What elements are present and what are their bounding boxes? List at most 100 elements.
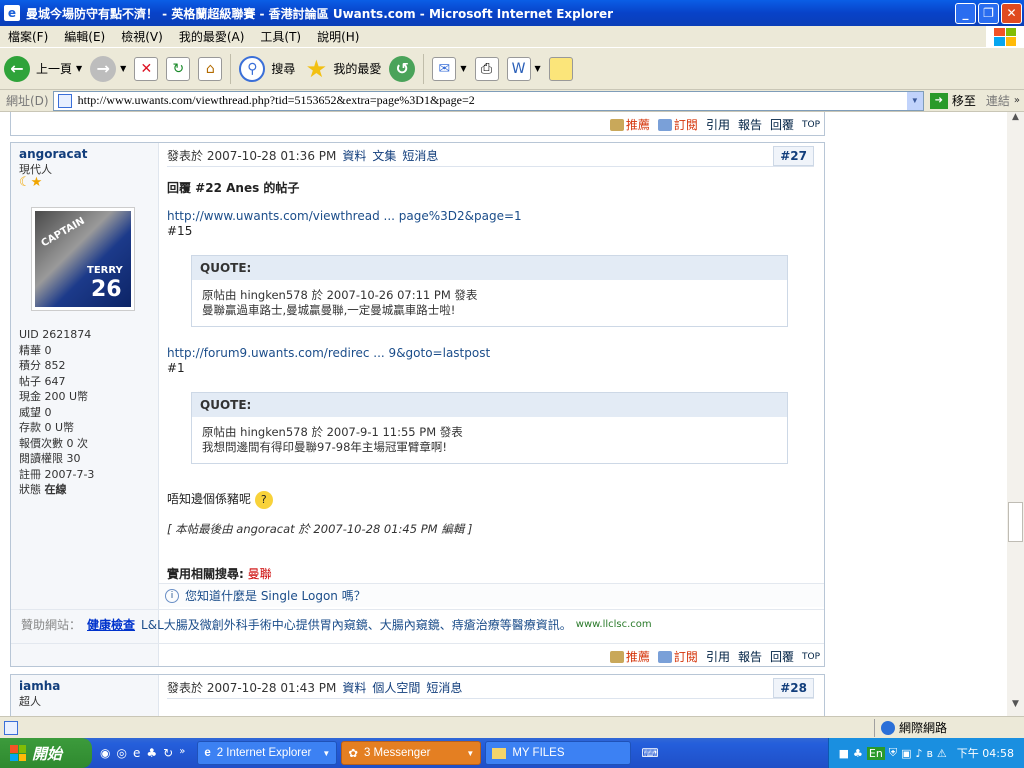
report-link[interactable]: 報告 (738, 648, 762, 665)
collection-link[interactable]: 文集 (372, 147, 396, 164)
favorites-button[interactable]: ★ 我的最愛 (299, 51, 385, 87)
online-status: 在線 (44, 483, 67, 496)
close-button[interactable]: ✕ (1001, 2, 1022, 24)
author-name[interactable]: iamha (19, 679, 60, 693)
profile-link[interactable]: 資料 (342, 147, 366, 164)
menu-edit[interactable]: 編輯(E) (56, 28, 113, 45)
refresh-quick-icon[interactable]: ↻ (163, 746, 173, 760)
author-name[interactable]: angoracat (19, 147, 87, 161)
message-link[interactable]: 短消息 (402, 147, 438, 164)
recommend-link[interactable]: 推薦 (609, 648, 650, 665)
sponsor-url[interactable]: www.llclsc.com (576, 619, 652, 630)
refresh-icon: ↻ (166, 56, 191, 81)
rank-stars-icon: ☾★ (19, 175, 43, 190)
home-button[interactable]: ⌂ (194, 51, 226, 87)
subscribe-link[interactable]: 訂閱 (657, 116, 698, 133)
scroll-thumb[interactable] (1008, 502, 1023, 542)
address-input[interactable]: http://www.uwants.com/viewthread.php?tid… (52, 90, 924, 111)
post-header: 發表於 2007-10-28 01:43 PM 資料 個人空間 短消息 #28 (167, 677, 814, 699)
sponsor-desc[interactable]: L&L大腸及微創外科手術中心提供胃內窺鏡、大腸內窺鏡、痔瘡治療等醫療資訊。 (141, 616, 572, 633)
address-bar: 網址(D) http://www.uwants.com/viewthread.p… (0, 90, 1024, 112)
top-link[interactable]: TOP (802, 120, 820, 130)
reply-link[interactable]: 回覆 (770, 116, 794, 133)
top-link[interactable]: TOP (802, 652, 820, 662)
scroll-up-icon[interactable]: ▲ (1007, 112, 1024, 129)
taskbar-item-ie[interactable]: e2 Internet Explorer ▼ (197, 741, 338, 765)
messenger-icon[interactable]: ◎ (116, 746, 126, 760)
post-link-2[interactable]: http://forum9.uwants.com/redirec ... 9&g… (167, 346, 807, 360)
quote-link[interactable]: 引用 (706, 648, 730, 665)
back-dropdown-icon[interactable]: ▼ (76, 64, 82, 73)
related-search-link[interactable]: 曼聯 (248, 567, 272, 581)
report-link[interactable]: 報告 (738, 116, 762, 133)
chevron-right-icon[interactable]: » (179, 746, 185, 760)
stop-button[interactable]: ✕ (130, 51, 162, 87)
mail-button[interactable]: ✉ ▼ (428, 51, 470, 87)
sponsor-title-link[interactable]: 健康檢查 (87, 616, 135, 633)
quote-block-2: QUOTE: 原帖由 hingken578 於 2007-9-1 11:55 P… (191, 392, 788, 464)
links-label[interactable]: 連結 (982, 92, 1014, 109)
language-indicator[interactable]: En (866, 746, 885, 760)
message-link[interactable]: 短消息 (426, 679, 462, 696)
space-link[interactable]: 個人空間 (372, 679, 420, 696)
post-link-1[interactable]: http://www.uwants.com/viewthread ... pag… (167, 209, 807, 223)
clock: 下午 04:58 (956, 747, 1014, 760)
word-icon: W (506, 56, 531, 81)
taskbar-item-myfiles[interactable]: MY FILES (485, 741, 632, 765)
recommend-link[interactable]: 推薦 (609, 116, 650, 133)
post-number[interactable]: #27 (773, 145, 814, 166)
subscribe-icon (657, 118, 672, 131)
shield-icon[interactable]: ⛨ (889, 746, 897, 760)
menu-help[interactable]: 說明(H) (309, 28, 367, 45)
avatar[interactable]: CAPTAIN TERRY 26 (31, 207, 135, 311)
minimize-button[interactable]: _ (955, 2, 976, 24)
tray-alert-icon[interactable]: ⚠ (937, 747, 947, 760)
address-dropdown-icon[interactable]: ▼ (906, 91, 923, 110)
discuss-button[interactable] (545, 51, 577, 87)
address-url: http://www.uwants.com/viewthread.php?tid… (77, 93, 475, 107)
tray-bluetooth-icon[interactable]: ʙ (927, 747, 933, 760)
scroll-down-icon[interactable]: ▼ (1007, 699, 1024, 716)
print-icon: ⎙ (474, 56, 499, 81)
back-button[interactable]: ← 上一頁 ▼ (0, 51, 86, 87)
note-icon (548, 56, 573, 81)
restore-button[interactable]: ❐ (978, 2, 999, 24)
subscribe-link[interactable]: 訂閱 (657, 648, 698, 665)
quote-link[interactable]: 引用 (706, 116, 730, 133)
menu-file[interactable]: 檔案(F) (0, 28, 56, 45)
media-icon[interactable]: ◉ (100, 746, 110, 760)
keyboard-icon[interactable]: ⌨ (641, 746, 658, 760)
messenger-icon: ✿ (348, 748, 358, 760)
forward-button[interactable]: → ▼ (86, 51, 130, 87)
post-actions: 推薦 訂閱 引用 報告 回覆 TOP (609, 116, 820, 133)
tray-monitor-icon[interactable]: ▣ (901, 747, 911, 760)
tray-app-icon[interactable]: ■ (839, 747, 849, 760)
menu-tools[interactable]: 工具(T) (252, 28, 309, 45)
reply-link[interactable]: 回覆 (770, 648, 794, 665)
tray-volume-icon[interactable]: ♪ (916, 747, 923, 760)
edit-button[interactable]: W ▼ (503, 51, 545, 87)
start-button[interactable]: 開始 (0, 738, 92, 768)
ie-quick-icon[interactable]: e (133, 746, 140, 760)
post-title: 回覆 #22 Anes 的帖子 (167, 181, 300, 195)
vertical-scrollbar[interactable]: ▲ ▼ (1007, 112, 1024, 716)
profile-link[interactable]: 資料 (342, 679, 366, 696)
refresh-button[interactable]: ↻ (162, 51, 194, 87)
post-27: angoracat 現代人 ☾★ CAPTAIN TERRY 26 UID 26… (10, 142, 825, 667)
menu-view[interactable]: 檢視(V) (113, 28, 171, 45)
chevron-right-icon[interactable]: » (1014, 95, 1024, 106)
taskbar-item-messenger[interactable]: ✿ 3 Messenger ▼ (341, 741, 482, 765)
post-date: 發表於 2007-10-28 01:43 PM (167, 681, 337, 695)
people-icon[interactable]: ♣ (146, 746, 157, 760)
search-button[interactable]: ⚲ 搜尋 (235, 51, 299, 87)
single-logon-tip[interactable]: i 您知道什麼是 Single Logon 嗎？ (159, 583, 824, 607)
menu-favorites[interactable]: 我的最愛(A) (171, 28, 253, 45)
history-button[interactable]: ↺ (385, 51, 419, 87)
post-number[interactable]: #28 (773, 677, 814, 698)
go-button[interactable]: ➜ 移至 (924, 92, 982, 109)
forward-arrow-icon: → (90, 55, 117, 82)
post-ref-2: #1 (167, 361, 185, 375)
tray-network-icon[interactable]: ♣ (853, 747, 863, 760)
sponsor-label: 贊助網站： (21, 618, 82, 632)
print-button[interactable]: ⎙ (471, 51, 503, 87)
